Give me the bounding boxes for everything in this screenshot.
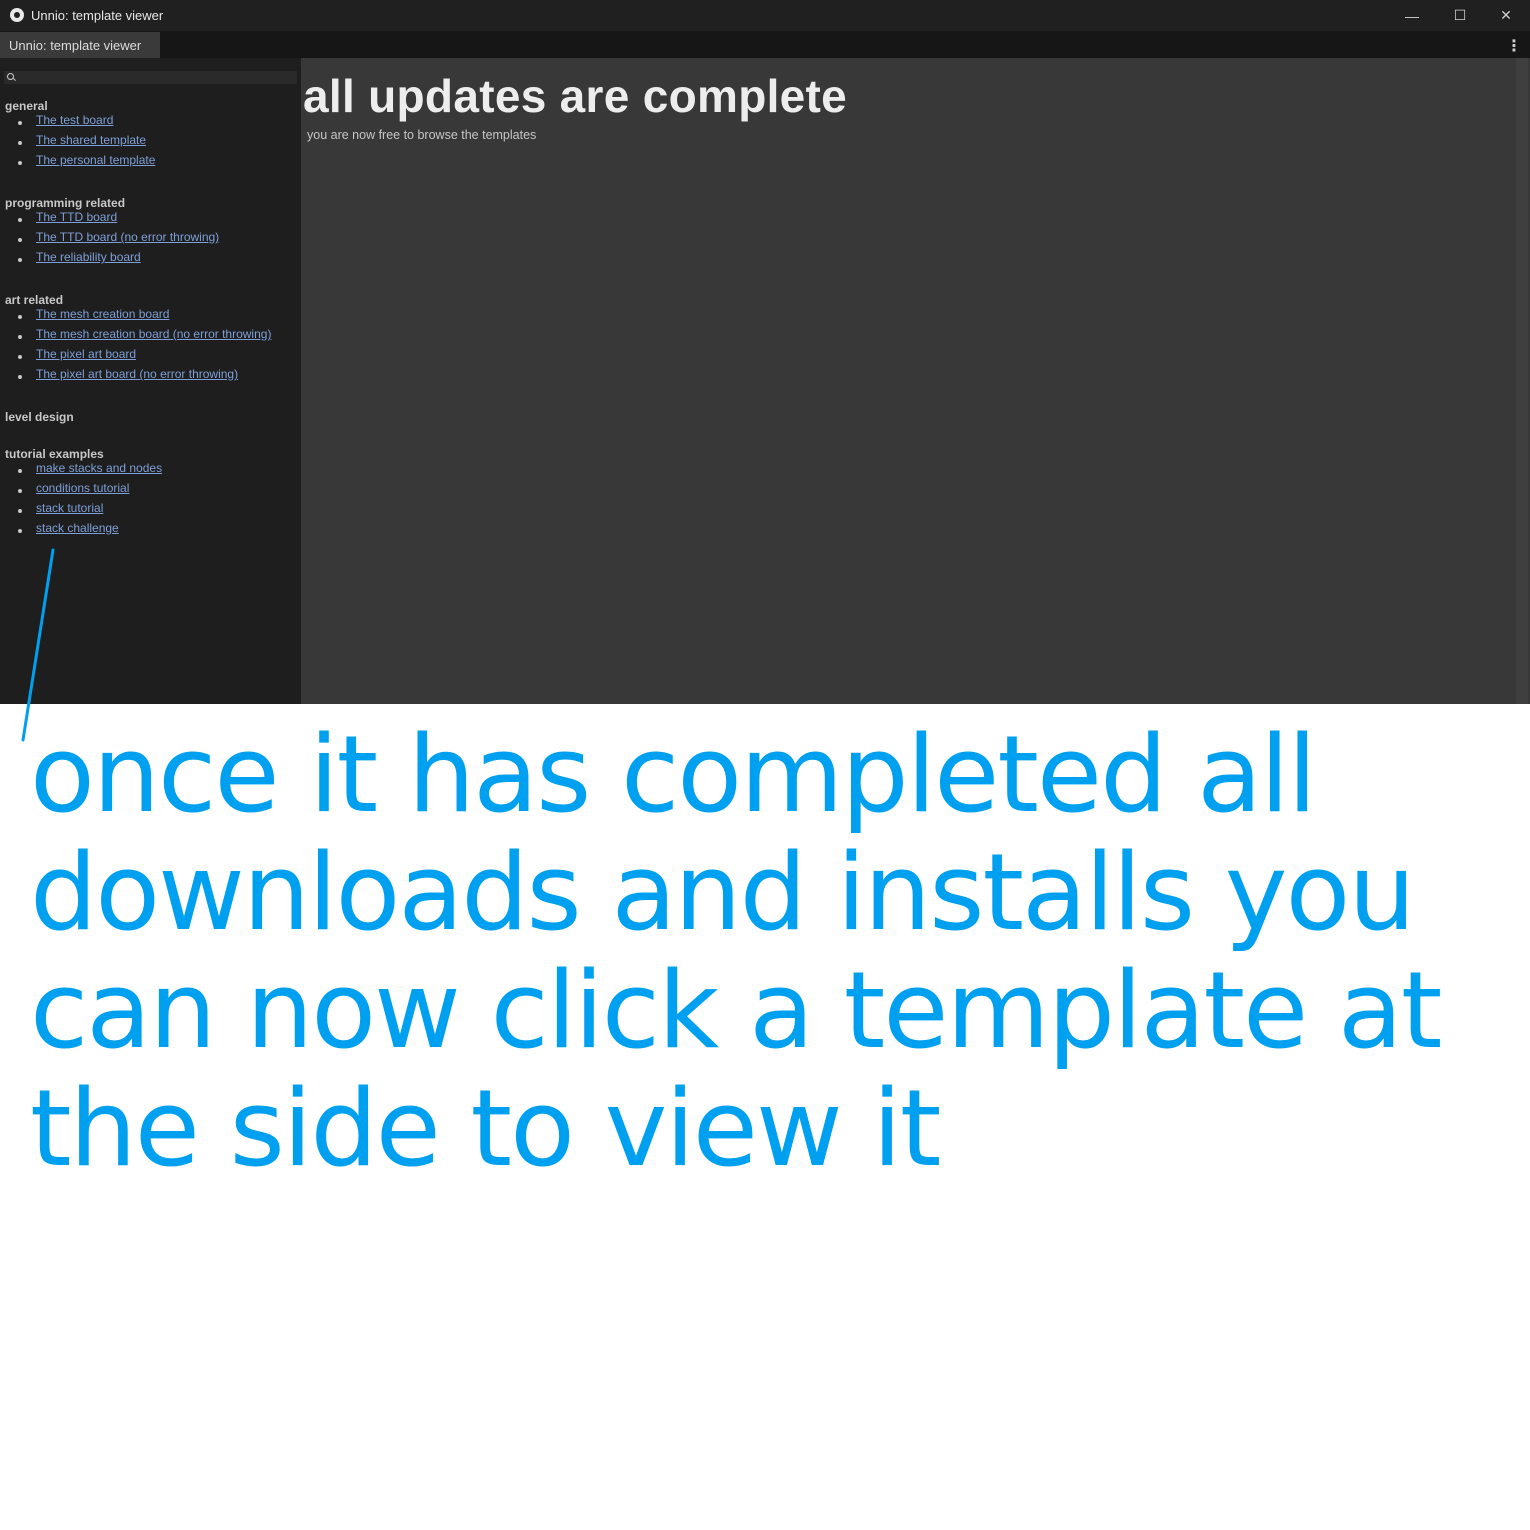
nav-list-item: The pixel art board (no error throwing): [0, 367, 301, 393]
tab-template-viewer[interactable]: Unnio: template viewer: [0, 32, 160, 58]
template-nav: general The test board The shared template…: [0, 99, 301, 564]
bullet-icon: [18, 335, 22, 339]
title-bar: Unnio: template viewer — ☐ ✕: [0, 0, 1530, 31]
template-link[interactable]: The test board: [36, 113, 113, 127]
nav-list-item: stack challenge: [0, 521, 301, 547]
search-icon: [7, 73, 14, 80]
page-subtitle: you are now free to browse the templates: [307, 128, 537, 142]
nav-list: The test board The shared template The per…: [0, 113, 301, 179]
bullet-icon: [18, 315, 22, 319]
app-logo-icon: [10, 8, 24, 22]
bullet-icon: [18, 238, 22, 242]
bullet-icon: [18, 121, 22, 125]
nav-list: The TTD board The TTD board (no error thr…: [0, 210, 301, 276]
nav-group: art related The mesh creation board The me…: [0, 293, 301, 393]
bullet-icon: [18, 509, 22, 513]
nav-list: The mesh creation board The mesh creation…: [0, 307, 301, 393]
tab-bar: Unnio: template viewer ⋮: [0, 31, 1530, 58]
template-link[interactable]: make stacks and nodes: [36, 461, 162, 475]
scrollbar[interactable]: [1516, 58, 1528, 704]
template-link[interactable]: stack tutorial: [36, 501, 103, 515]
nav-list: make stacks and nodes conditions tutorial…: [0, 461, 301, 547]
template-link[interactable]: The reliability board: [36, 250, 141, 264]
nav-group: general The test board The shared template…: [0, 99, 301, 179]
nav-group: programming related The TTD board The TTD …: [0, 196, 301, 276]
template-link[interactable]: The personal template: [36, 153, 155, 167]
search-input[interactable]: [18, 71, 288, 84]
template-link[interactable]: conditions tutorial: [36, 481, 129, 495]
bullet-icon: [18, 529, 22, 533]
kebab-menu-icon[interactable]: ⋮: [1506, 36, 1522, 56]
bullet-icon: [18, 355, 22, 359]
nav-group: level design: [0, 410, 301, 430]
template-link[interactable]: The TTD board: [36, 210, 117, 224]
bullet-icon: [18, 141, 22, 145]
app-window: Unnio: template viewer — ☐ ✕ Unnio: temp…: [0, 0, 1530, 704]
template-link[interactable]: The pixel art board (no error throwing): [36, 367, 238, 381]
minimize-button[interactable]: —: [1389, 0, 1435, 31]
template-link[interactable]: The shared template: [36, 133, 146, 147]
sidebar: general The test board The shared template…: [0, 67, 301, 704]
main-content: all updates are complete you are now fre…: [301, 58, 1530, 704]
template-link[interactable]: stack challenge: [36, 521, 119, 535]
close-button[interactable]: ✕: [1483, 0, 1529, 31]
maximize-button[interactable]: ☐: [1437, 0, 1483, 31]
nav-list-item: The reliability board: [0, 250, 301, 276]
template-link[interactable]: The mesh creation board (no error throwi…: [36, 327, 271, 341]
search-box[interactable]: [4, 71, 297, 84]
bullet-icon: [18, 161, 22, 165]
bullet-icon: [18, 469, 22, 473]
nav-list-item: The personal template: [0, 153, 301, 179]
nav-group: tutorial examples make stacks and nodes co…: [0, 447, 301, 547]
bullet-icon: [18, 375, 22, 379]
window-title: Unnio: template viewer: [31, 8, 164, 23]
annotation-caption: once it has completed all downloads and …: [30, 713, 1442, 1190]
template-link[interactable]: The pixel art board: [36, 347, 136, 361]
bullet-icon: [18, 489, 22, 493]
bullet-icon: [18, 218, 22, 222]
nav-group-title: level design: [5, 410, 74, 424]
page-title: all updates are complete: [303, 70, 848, 122]
template-link[interactable]: The mesh creation board: [36, 307, 169, 321]
template-link[interactable]: The TTD board (no error throwing): [36, 230, 219, 244]
bullet-icon: [18, 258, 22, 262]
